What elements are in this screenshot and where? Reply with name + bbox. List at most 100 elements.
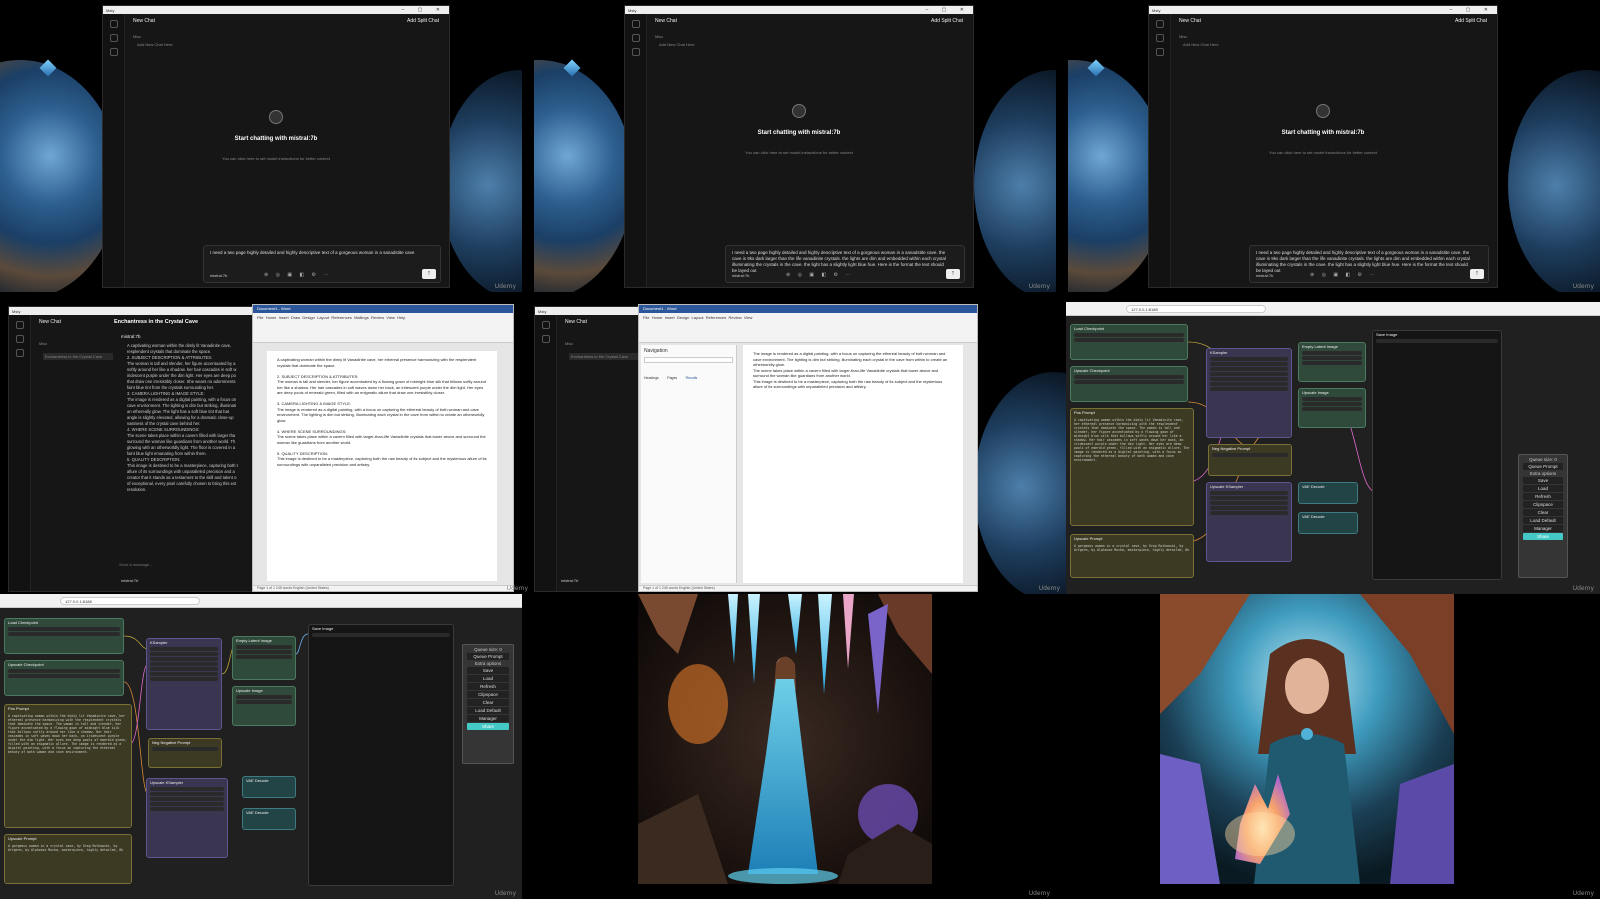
ribbon-tab[interactable]: Design <box>677 315 689 320</box>
share-button[interactable]: Share <box>1523 533 1563 540</box>
window-controls[interactable]: – ▢ ✕ <box>926 7 970 13</box>
message-input[interactable]: I need a two page highly detailed and hi… <box>210 250 422 256</box>
new-chat-label[interactable]: New Chat <box>39 319 61 325</box>
nav-tab[interactable]: Results <box>686 376 698 380</box>
share-button[interactable]: Share <box>467 723 509 730</box>
send-arrow-icon[interactable]: ↑ <box>946 269 960 279</box>
new-chat-icon[interactable] <box>631 34 640 42</box>
node-save-image[interactable]: Save Image <box>1372 330 1502 580</box>
refresh-button[interactable]: Refresh <box>1523 493 1563 500</box>
ribbon-tab[interactable]: Review <box>728 315 741 320</box>
refresh-button[interactable]: Refresh <box>467 683 509 690</box>
node-negative-prompt[interactable]: Neg Negative Prompt <box>148 738 222 768</box>
node-save-image[interactable]: Save Image <box>308 624 454 886</box>
folder-icon[interactable] <box>1155 48 1164 56</box>
prompt-textarea[interactable]: A captivating woman within the dimly lit… <box>1074 418 1190 462</box>
document-page[interactable]: A captivating woman within the dimly lit… <box>267 351 497 581</box>
folder-item[interactable]: Misc <box>133 34 141 39</box>
composer-tools[interactable]: ⊕ ◎ ▣ ◧ ⚙ ⋯ <box>264 272 331 278</box>
ribbon-tab[interactable]: Layout <box>692 315 704 320</box>
model-selector[interactable]: mistral:7b <box>210 273 227 278</box>
send-arrow-icon[interactable]: ↑ <box>1470 269 1484 279</box>
clear-button[interactable]: Clear <box>1523 509 1563 516</box>
new-chat-label[interactable]: New Chat <box>655 18 677 24</box>
extra-options[interactable]: Extra options <box>1521 471 1565 476</box>
active-chat-item[interactable]: Enchantress in the Crystal Cave <box>569 353 639 360</box>
nav-tab[interactable]: Headings <box>644 376 659 380</box>
save-button[interactable]: Save <box>467 667 509 674</box>
word-ribbon[interactable]: File Home Insert Design Layout Reference… <box>639 313 977 343</box>
ribbon-tab[interactable]: View <box>744 315 753 320</box>
message-input[interactable]: I need a two page highly detailed and hi… <box>1256 250 1470 274</box>
new-chat-icon[interactable] <box>541 335 550 343</box>
node-upscale-checkpoint[interactable]: Upscale Checkpoint <box>4 660 124 696</box>
folder-item[interactable]: Misc <box>565 341 573 346</box>
model-selector[interactable]: mistral:7b <box>561 578 578 583</box>
split-chat-button[interactable]: Add Split Chat <box>1455 18 1487 24</box>
node-empty-latent[interactable]: Empty Latent Image <box>232 636 296 680</box>
app-logo-icon[interactable] <box>1155 20 1164 28</box>
composer-tools[interactable]: ⊕ ◎ ▣ ◧ ⚙ ⋯ <box>1310 272 1377 278</box>
new-chat-icon[interactable] <box>109 34 118 42</box>
prompt-textarea[interactable]: A gorgeous woman in a crystal cave, by G… <box>1074 544 1190 552</box>
ribbon-tab[interactable]: Home <box>652 315 663 320</box>
composer-tools[interactable]: ⊕ ◎ ▣ ◧ ⚙ ⋯ <box>786 272 853 278</box>
node-upscale-image[interactable]: Upscale Image <box>232 686 296 726</box>
node-upscale-image[interactable]: Upscale Image <box>1298 388 1366 428</box>
ribbon-tab[interactable]: Insert <box>279 315 289 320</box>
model-selector[interactable]: mistral:7b <box>1256 273 1273 278</box>
ribbon-tab[interactable]: Draw <box>291 315 300 320</box>
document-page[interactable]: The image is rendered as a digital paint… <box>743 345 963 583</box>
load-button[interactable]: Load <box>467 675 509 682</box>
app-logo-icon[interactable] <box>15 321 24 329</box>
clear-button[interactable]: Clear <box>467 699 509 706</box>
queue-prompt-button[interactable]: Queue Prompt <box>1523 463 1563 470</box>
node-vae-decode-2[interactable]: VAE Decode <box>242 808 296 830</box>
model-selector[interactable]: mistral:7b <box>121 578 138 583</box>
load-default-button[interactable]: Load Default <box>1523 517 1563 524</box>
app-logo-icon[interactable] <box>109 20 118 28</box>
message-input[interactable]: I need a two page highly detailed and hi… <box>732 250 946 274</box>
node-upscale-checkpoint[interactable]: Upscale Checkpoint <box>1070 366 1188 402</box>
node-editor[interactable]: 127.0.0.1:8188 Load Checkpoint Upscale C… <box>1066 302 1600 594</box>
ribbon-tab[interactable]: Mailings <box>354 315 369 320</box>
navigation-search[interactable] <box>644 357 733 363</box>
ribbon-tab[interactable]: Home <box>266 315 277 320</box>
queue-prompt-button[interactable]: Queue Prompt <box>467 653 509 660</box>
node-upscale-prompt[interactable]: Upscale Prompt A gorgeous woman in a cry… <box>4 834 132 884</box>
message-composer[interactable]: I need a two page highly detailed and hi… <box>725 245 965 283</box>
app-logo-icon[interactable] <box>541 321 550 329</box>
model-selector[interactable]: mistral:7b <box>732 273 749 278</box>
ribbon-tab[interactable]: Review <box>371 315 384 320</box>
node-load-checkpoint[interactable]: Load Checkpoint <box>1070 324 1188 360</box>
load-button[interactable]: Load <box>1523 485 1563 492</box>
ribbon-tab[interactable]: View <box>386 315 395 320</box>
node-positive-prompt[interactable]: Pos Prompt A captivating woman within th… <box>4 704 132 828</box>
node-ksampler[interactable]: KSampler <box>146 638 222 730</box>
ribbon-tab[interactable]: Layout <box>317 315 329 320</box>
node-editor[interactable]: 127.0.0.1:8188 Load Checkpoint Upscale C… <box>0 594 522 899</box>
word-ribbon[interactable]: File Home Insert Draw Design Layout Refe… <box>253 313 513 343</box>
node-upscale-prompt[interactable]: Upscale Prompt A gorgeous woman in a cry… <box>1070 534 1194 578</box>
prompt-textarea[interactable]: A captivating woman within the dimly lit… <box>8 714 128 754</box>
clipspace-button[interactable]: Clipspace <box>1523 501 1563 508</box>
new-chat-icon[interactable] <box>15 335 24 343</box>
window-controls[interactable]: – ▢ ✕ <box>402 7 446 13</box>
folder-item[interactable]: Misc <box>39 341 47 346</box>
new-chat-label[interactable]: New Chat <box>133 18 155 24</box>
new-chat-label[interactable]: New Chat <box>565 319 587 325</box>
split-chat-button[interactable]: Add Split Chat <box>407 18 439 24</box>
window-controls[interactable]: – ▢ ✕ <box>1450 7 1494 13</box>
send-message-input[interactable]: Send a message... <box>119 562 152 567</box>
node-negative-prompt[interactable]: Neg Negative Prompt <box>1208 444 1292 476</box>
new-chat-label[interactable]: New Chat <box>1179 18 1201 24</box>
load-default-button[interactable]: Load Default <box>467 707 509 714</box>
split-chat-button[interactable]: Add Split Chat <box>931 18 963 24</box>
chat-list-item[interactable]: Add New Chat Here <box>659 42 695 47</box>
ribbon-tab[interactable]: Insert <box>665 315 675 320</box>
folder-icon[interactable] <box>15 349 24 357</box>
ribbon-tab[interactable]: References <box>706 315 726 320</box>
node-upscale-ksampler[interactable]: Upscale KSampler <box>1206 482 1292 562</box>
clipspace-button[interactable]: Clipspace <box>467 691 509 698</box>
ribbon-tab[interactable]: References <box>331 315 351 320</box>
